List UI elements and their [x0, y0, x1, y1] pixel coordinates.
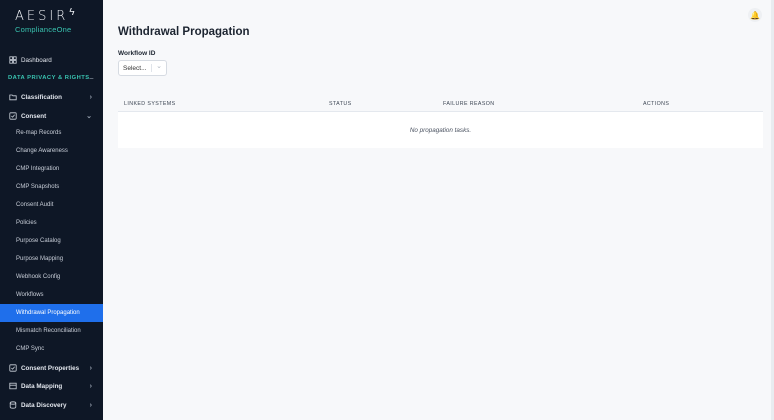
chevron-right-icon: › [89, 364, 92, 372]
sidebar-item-label: Data Discovery [21, 401, 67, 409]
sidebar-item-label: Classification [21, 93, 62, 101]
workflow-id-select[interactable]: Select... ⌄ [118, 60, 167, 76]
sidebar-subitem-purpose-catalog[interactable]: Purpose Catalog [0, 232, 103, 250]
sidebar-item-label: Dashboard [21, 56, 52, 64]
bell-icon[interactable]: 🔔 [748, 8, 762, 22]
sidebar-subitem-consent-audit[interactable]: Consent Audit [0, 196, 103, 214]
database-icon [8, 401, 17, 410]
folder-icon [8, 93, 17, 102]
propagation-table: LINKED SYSTEMS STATUS FAILURE REASON ACT… [118, 96, 763, 148]
column-header-failure-reason[interactable]: FAILURE REASON [443, 101, 495, 107]
check-box-icon [8, 112, 17, 121]
section-header[interactable]: DATA PRIVACY & RIGHTS − [8, 74, 94, 83]
sidebar-item-consent[interactable]: Consent ⌄ [0, 107, 103, 125]
sidebar-item-label: Consent [21, 112, 47, 120]
chevron-down-icon: ⌄ [86, 113, 92, 120]
empty-state-text: No propagation tasks. [409, 126, 472, 134]
sidebar-item-data-discovery[interactable]: Data Discovery › [0, 396, 103, 414]
chevron-right-icon: › [89, 93, 92, 101]
workflow-id-value: Select... [123, 64, 147, 72]
sidebar-subitem-cmp-snapshots[interactable]: CMP Snapshots [0, 178, 103, 196]
sidebar-subitem-withdrawal-propagation[interactable]: Withdrawal Propagation [0, 304, 103, 322]
chevron-right-icon: › [89, 401, 92, 409]
sidebar-item-consent-properties[interactable]: Consent Properties › [0, 359, 103, 377]
table-header: LINKED SYSTEMS STATUS FAILURE REASON ACT… [118, 96, 763, 112]
page-title: Withdrawal Propagation [118, 26, 250, 38]
bolt-icon: ϟ [69, 7, 75, 18]
sidebar-subitem-cmp-integration[interactable]: CMP Integration [0, 160, 103, 178]
brand-name: AESIR [15, 9, 69, 24]
sidebar-subitem-workflows[interactable]: Workflows [0, 286, 103, 304]
chevron-down-icon: ⌄ [156, 63, 162, 70]
column-header-linked-systems[interactable]: LINKED SYSTEMS [124, 101, 176, 107]
select-divider [151, 64, 152, 72]
column-header-status[interactable]: STATUS [329, 101, 352, 107]
chevron-right-icon: › [89, 382, 92, 390]
sidebar-subitem-webhook-config[interactable]: Webhook Config [0, 268, 103, 286]
sidebar-subitem-change-awareness[interactable]: Change Awareness [0, 142, 103, 160]
table-body: No propagation tasks. [118, 112, 763, 148]
sidebar-item-dashboard[interactable]: Dashboard [0, 51, 103, 69]
check-box-icon [8, 364, 17, 373]
workflow-id-label: Workflow ID [118, 50, 156, 57]
sidebar-item-data-mapping[interactable]: Data Mapping › [0, 377, 103, 395]
grid-icon [8, 56, 17, 65]
sidebar: AESIR ϟ ComplianceOne Dashboard DATA PRIV… [0, 0, 103, 420]
sidebar-item-label: Data Mapping [21, 382, 63, 390]
sidebar-subitem-purpose-mapping[interactable]: Purpose Mapping [0, 250, 103, 268]
brand-logo: AESIR ϟ ComplianceOne [15, 7, 75, 34]
sidebar-subitem-cmp-sync[interactable]: CMP Sync [0, 340, 103, 358]
sidebar-subitem-policies[interactable]: Policies [0, 214, 103, 232]
map-icon [8, 382, 17, 391]
sidebar-item-label: Consent Properties [21, 364, 80, 372]
section-title: DATA PRIVACY & RIGHTS [8, 75, 90, 81]
collapse-icon: − [89, 74, 95, 83]
sidebar-subitem-remap-records[interactable]: Re-map Records [0, 124, 103, 142]
sidebar-item-classification[interactable]: Classification › [0, 88, 103, 106]
sidebar-subitem-mismatch-reconciliation[interactable]: Mismatch Reconciliation [0, 322, 103, 340]
column-header-actions[interactable]: ACTIONS [643, 101, 669, 107]
brand-sub: ComplianceOne [15, 25, 72, 34]
